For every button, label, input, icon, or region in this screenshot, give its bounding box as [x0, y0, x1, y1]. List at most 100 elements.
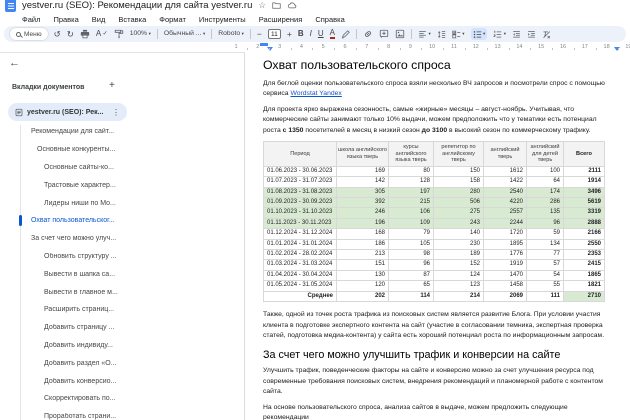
sidebar-item[interactable]: За счет чего можно улуч...: [0, 230, 244, 248]
table-column-header[interactable]: Всего: [564, 142, 605, 167]
table-column-header[interactable]: репетитор по английскому тверь: [434, 142, 484, 167]
sidebar-item[interactable]: Добавить конверсио...: [0, 372, 244, 390]
table-cell[interactable]: 4220: [484, 198, 527, 208]
table-cell[interactable]: 01.02.2024 - 28.02.2024: [264, 250, 337, 260]
sidebar-item[interactable]: Расширить страниц...: [0, 301, 244, 319]
table-cell[interactable]: 202: [337, 291, 389, 301]
table-cell[interactable]: 55: [527, 281, 564, 291]
table-cell[interactable]: 123: [434, 281, 484, 291]
table-cell[interactable]: 196: [337, 218, 389, 228]
table-cell[interactable]: 286: [527, 198, 564, 208]
table-cell[interactable]: 01.12.2024 - 31.12.2024: [264, 229, 337, 239]
table-cell[interactable]: 243: [434, 218, 484, 228]
numbered-list-select[interactable]: ▾: [493, 30, 506, 39]
paint-format-button[interactable]: [114, 29, 124, 39]
wordstat-link[interactable]: Wordstat Yandex: [290, 90, 341, 97]
table-cell[interactable]: 2111: [564, 166, 605, 176]
table-cell[interactable]: 01.01.2024 - 31.01.2024: [264, 239, 337, 249]
table-cell[interactable]: 150: [434, 166, 484, 176]
highlight-color-button[interactable]: [341, 30, 350, 39]
table-cell[interactable]: 79: [389, 229, 434, 239]
paragraph-styles-select[interactable]: Обычный ...▾: [164, 31, 205, 38]
table-cell[interactable]: 275: [434, 208, 484, 218]
table-cell[interactable]: 111: [527, 291, 564, 301]
sidebar-item[interactable]: Рекомендации для сайт...: [0, 123, 244, 141]
font-size-input[interactable]: 11: [268, 29, 281, 39]
table-cell[interactable]: 3496: [564, 187, 605, 197]
table-cell[interactable]: 65: [389, 281, 434, 291]
table-cell[interactable]: 135: [527, 208, 564, 218]
table-cell[interactable]: 114: [389, 291, 434, 301]
font-size-increase-button[interactable]: +: [287, 30, 292, 39]
table-cell[interactable]: 2710: [564, 291, 605, 301]
sidebar-item[interactable]: Проработать страни...: [0, 408, 244, 420]
sidebar-item[interactable]: Вывести в главное м...: [0, 283, 244, 301]
table-cell[interactable]: 1776: [484, 250, 527, 260]
menu-item[interactable]: Вставка: [118, 15, 146, 24]
line-spacing-button[interactable]: [437, 30, 446, 39]
table-cell[interactable]: 186: [337, 239, 389, 249]
table-cell[interactable]: 87: [389, 270, 434, 280]
table-cell[interactable]: 2550: [564, 239, 605, 249]
text-color-button[interactable]: A: [330, 29, 335, 38]
insert-link-button[interactable]: [363, 29, 373, 39]
underline-button[interactable]: U: [318, 30, 324, 38]
table-cell[interactable]: 128: [389, 177, 434, 187]
sidebar-item[interactable]: Основные конкуренты...: [0, 141, 244, 159]
menu-search-button[interactable]: Меню: [10, 28, 48, 40]
table-cell[interactable]: 134: [527, 239, 564, 249]
menu-item[interactable]: Файл: [22, 15, 40, 24]
table-cell[interactable]: 120: [337, 281, 389, 291]
sidebar-item[interactable]: Добавить страницу ...: [0, 319, 244, 337]
table-cell[interactable]: 142: [337, 177, 389, 187]
table-cell[interactable]: 100: [527, 166, 564, 176]
sidebar-item[interactable]: Обновить структуру ...: [0, 248, 244, 266]
table-column-header[interactable]: английский для детей тверь: [527, 142, 564, 167]
table-cell[interactable]: 152: [434, 260, 484, 270]
table-cell[interactable]: 1422: [484, 177, 527, 187]
bulleted-list-select[interactable]: ▾: [471, 28, 488, 40]
checklist-select[interactable]: ▾: [452, 30, 465, 39]
sidebar-item[interactable]: Лидеры ниши по Мо...: [0, 194, 244, 212]
align-select[interactable]: ▾: [418, 30, 431, 39]
back-arrow-icon[interactable]: ←: [9, 58, 20, 69]
table-cell[interactable]: 151: [337, 260, 389, 270]
table-cell[interactable]: 109: [389, 218, 434, 228]
table-cell[interactable]: 2557: [484, 208, 527, 218]
table-column-header[interactable]: английский тверь: [484, 142, 527, 167]
table-cell[interactable]: 230: [434, 239, 484, 249]
table-cell[interactable]: 1895: [484, 239, 527, 249]
table-cell[interactable]: 01.10.2023 - 31.10.2023: [264, 208, 337, 218]
increase-indent-button[interactable]: [527, 30, 536, 39]
sidebar-item[interactable]: Добавить раздел «О...: [0, 354, 244, 372]
table-cell[interactable]: 214: [434, 291, 484, 301]
table-cell[interactable]: 174: [527, 187, 564, 197]
table-column-header[interactable]: Период: [264, 142, 337, 167]
table-cell[interactable]: 98: [389, 250, 434, 260]
table-cell[interactable]: 1821: [564, 281, 605, 291]
table-cell[interactable]: 64: [527, 177, 564, 187]
sidebar-item[interactable]: Вывести в шапка са...: [0, 265, 244, 283]
document-title[interactable]: yestver.ru (SEO): Рекомендации для сайта…: [22, 0, 252, 11]
table-cell[interactable]: 3319: [564, 208, 605, 218]
table-cell[interactable]: 169: [337, 166, 389, 176]
table-cell[interactable]: 01.06.2023 - 30.06.2023: [264, 166, 337, 176]
table-cell[interactable]: 1914: [564, 177, 605, 187]
table-cell[interactable]: 213: [337, 250, 389, 260]
table-column-header[interactable]: курсы английского языка тверь: [389, 142, 434, 167]
italic-button[interactable]: I: [310, 30, 312, 38]
menu-item[interactable]: Формат: [159, 15, 186, 24]
table-cell[interactable]: 189: [434, 250, 484, 260]
zoom-select[interactable]: 100%▾: [130, 31, 151, 38]
spellcheck-button[interactable]: A✓: [96, 30, 108, 38]
menu-item[interactable]: Расширения: [259, 15, 303, 24]
menu-item[interactable]: Справка: [315, 15, 344, 24]
table-cell[interactable]: 280: [434, 187, 484, 197]
add-comment-button[interactable]: [379, 29, 389, 39]
font-select[interactable]: Roboto▾: [218, 31, 244, 38]
ruler[interactable]: 12345678910111213141516171819: [230, 43, 630, 52]
star-icon[interactable]: ☆: [258, 1, 266, 10]
table-cell[interactable]: 130: [337, 270, 389, 280]
table-cell[interactable]: 77: [527, 250, 564, 260]
table-cell[interactable]: 168: [337, 229, 389, 239]
